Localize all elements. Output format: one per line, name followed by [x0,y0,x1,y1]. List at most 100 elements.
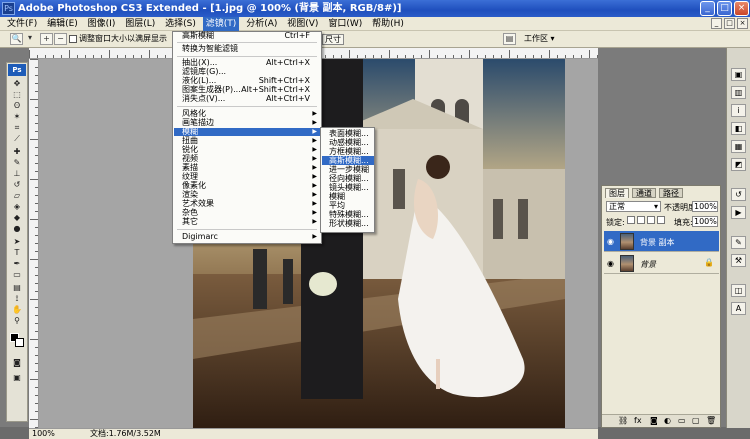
blur-tool-icon[interactable]: ◆ [9,213,25,222]
blur-plain[interactable]: 模糊 [322,192,374,201]
filter-sketch[interactable]: 素描 ▶ [174,164,320,172]
paint-bucket-tool-icon[interactable]: ◈ [9,202,25,211]
eyedropper-tool-icon[interactable]: ⟟ [9,294,25,303]
filter-pixelate[interactable]: 像素化 ▶ [174,182,320,190]
menu-window[interactable]: 窗口(W) [325,17,365,31]
zoom-in-icon[interactable]: + [40,33,53,45]
layer-comps-icon[interactable]: ◫ [731,284,746,297]
healing-brush-tool-icon[interactable]: ✚ [9,147,25,156]
filter-sharpen[interactable]: 锐化 ▶ [174,146,320,154]
move-tool-icon[interactable]: ✥ [9,79,25,88]
marquee-tool-icon[interactable]: ⬚ [9,90,25,99]
zoom-tool-icon[interactable]: ⚲ [9,316,25,325]
zoom-out-icon[interactable]: − [54,33,67,45]
opacity-input[interactable]: 100% [692,201,718,212]
info-icon[interactable]: i [731,104,746,117]
brush-tool-icon[interactable]: ✎ [9,158,25,167]
hand-tool-icon[interactable]: ✋ [9,305,25,314]
fill-input[interactable]: 100% [692,216,718,227]
chevron-down-icon[interactable]: ▾ [26,33,34,45]
blur-box[interactable]: 方框模糊... [322,147,374,156]
blur-average[interactable]: 平均 [322,201,374,210]
close-button[interactable]: × [734,1,749,16]
blur-surface[interactable]: 表面模糊... [322,129,374,138]
filter-texture[interactable]: 纹理 ▶ [174,173,320,181]
minimize-button[interactable]: _ [700,1,715,16]
blur-more[interactable]: 进一步模糊 [322,165,374,174]
blur-gaussian[interactable]: 高斯模糊... [322,156,374,165]
crop-tool-icon[interactable]: ⌗ [9,123,25,132]
filter-noise[interactable]: 杂色 ▶ [174,209,320,217]
filter-liquify[interactable]: 液化(L)... Shift+Ctrl+X [174,77,320,85]
palette-well-icon[interactable]: ▤ [503,33,516,45]
lasso-tool-icon[interactable]: ʘ [9,101,25,110]
layer-row-background-copy[interactable]: ◉ 背景 副本 [604,231,719,252]
quick-mask-icon[interactable]: ◙ [9,358,25,367]
filter-convert-smart[interactable]: 转换为智能滤镜 [174,45,320,53]
doc-minimize-button[interactable]: _ [711,18,722,29]
filter-vanishing-point[interactable]: 消失点(V)... Alt+Ctrl+V [174,95,320,103]
brushes-icon[interactable]: ✎ [731,236,746,249]
background-color-swatch[interactable] [15,338,24,347]
menu-view[interactable]: 视图(V) [284,17,321,31]
screen-mode-icon[interactable]: ▣ [9,373,25,382]
pen-tool-icon[interactable]: ✒ [9,259,25,268]
history-brush-tool-icon[interactable]: ↺ [9,180,25,189]
histogram-icon[interactable]: ▥ [731,86,746,99]
notes-tool-icon[interactable]: ▤ [9,283,25,292]
styles-icon[interactable]: ◩ [731,158,746,171]
delete-layer-icon[interactable]: 🗑 [706,416,716,425]
filter-brush-strokes[interactable]: 画笔描边 ▶ [174,119,320,127]
print-size-button[interactable]: 尺寸 [322,34,344,45]
menu-select[interactable]: 选择(S) [162,17,199,31]
doc-restore-button[interactable]: □ [724,18,735,29]
lock-position-icon[interactable] [647,216,655,224]
menu-edit[interactable]: 编辑(E) [44,17,81,31]
navigator-icon[interactable]: ▣ [731,68,746,81]
menu-help[interactable]: 帮助(H) [369,17,407,31]
filter-distort[interactable]: 扭曲 ▶ [174,137,320,145]
color-icon[interactable]: ◧ [731,122,746,135]
filter-gallery[interactable]: 滤镜库(G)... [174,68,320,76]
actions-icon[interactable]: ▶ [731,206,746,219]
doc-close-button[interactable]: × [737,18,748,29]
magic-wand-tool-icon[interactable]: ✶ [9,112,25,121]
eye-icon[interactable]: ◉ [607,237,614,246]
filter-stylize[interactable]: 风格化 ▶ [174,110,320,118]
eraser-tool-icon[interactable]: ▱ [9,191,25,200]
layer-style-icon[interactable]: fx [634,416,642,425]
resize-window-checkbox[interactable] [69,35,77,43]
ruler-vertical[interactable] [29,59,39,428]
blur-radial[interactable]: 径向模糊... [322,174,374,183]
blur-motion[interactable]: 动感模糊... [322,138,374,147]
shape-tool-icon[interactable]: ▭ [9,270,25,279]
photoshop-app-icon[interactable]: Ps [2,2,15,15]
adjustment-layer-icon[interactable]: ◐ [664,416,671,425]
blur-shape[interactable]: 形状模糊... [322,219,374,228]
path-selection-tool-icon[interactable]: ➤ [9,237,25,246]
swatches-icon[interactable]: ▦ [731,140,746,153]
tab-channels[interactable]: 通道 [632,188,656,198]
menu-analysis[interactable]: 分析(A) [243,17,280,31]
new-group-icon[interactable]: ▭ [678,416,686,425]
tab-layers[interactable]: 图层 [605,188,629,198]
link-layers-icon[interactable]: ⛓ [618,416,628,425]
slice-tool-icon[interactable]: ⟋ [9,134,25,143]
menu-image[interactable]: 图像(I) [85,17,119,31]
filter-video[interactable]: 视频 ▶ [174,155,320,163]
zoom-icon[interactable]: 🔍 [10,33,23,45]
filter-last-filter[interactable]: 高斯模糊 Ctrl+F [174,32,320,40]
lock-pixels-icon[interactable] [637,216,645,224]
filter-render[interactable]: 渲染 ▶ [174,191,320,199]
type-tool-icon[interactable]: T [9,248,25,257]
lock-transparency-icon[interactable] [627,216,635,224]
blur-smart[interactable]: 特殊模糊... [322,210,374,219]
filter-blur[interactable]: 模糊 ▶ [174,128,320,136]
menu-filter[interactable]: 滤镜(T) [202,17,240,31]
menu-layer[interactable]: 图层(L) [122,17,158,31]
character-icon[interactable]: A [731,302,746,315]
filter-pattern-maker[interactable]: 图案生成器(P)... Alt+Shift+Ctrl+X [174,86,320,94]
workspace-menu[interactable]: 工作区 ▾ [524,33,562,45]
menu-file[interactable]: 文件(F) [4,17,40,31]
filter-digimarc[interactable]: Digimarc ▶ [174,233,320,241]
